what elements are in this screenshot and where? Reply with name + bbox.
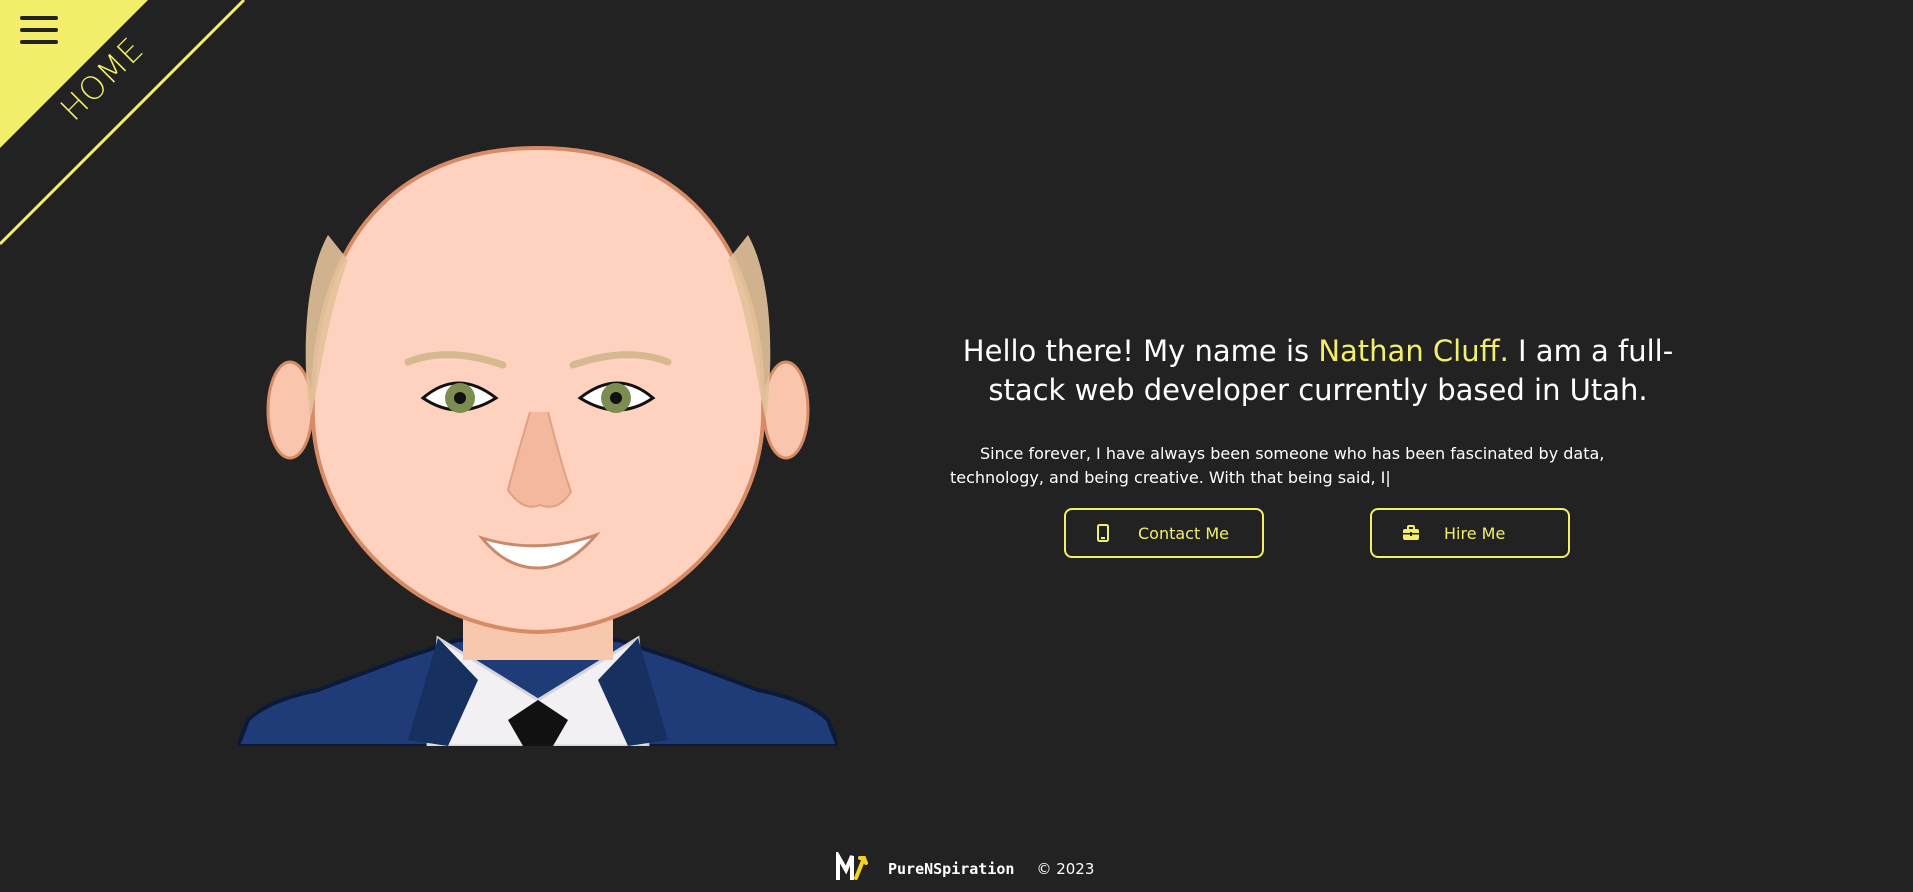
headline-intro: Hello there! My name is bbox=[962, 334, 1319, 368]
hire-me-button[interactable]: Hire Me bbox=[1370, 508, 1570, 558]
contact-me-button[interactable]: Contact Me bbox=[1064, 508, 1264, 558]
briefcase-icon bbox=[1402, 525, 1432, 541]
menu-button[interactable] bbox=[20, 16, 58, 52]
brand-logo-icon[interactable] bbox=[836, 848, 870, 886]
phone-icon bbox=[1096, 524, 1126, 542]
hero-section: Hello there! My name is Nathan Cluff. I … bbox=[950, 332, 1686, 490]
brand-name[interactable]: PureNSpiration bbox=[888, 860, 1014, 878]
developer-name: Nathan Cluff. bbox=[1318, 334, 1509, 368]
hero-headline: Hello there! My name is Nathan Cluff. I … bbox=[950, 332, 1686, 410]
copyright-text: © 2023 bbox=[1036, 860, 1095, 878]
footer: PureNSpiration © 2023 bbox=[836, 848, 1095, 886]
hire-me-label: Hire Me bbox=[1444, 523, 1506, 543]
intro-paragraph: Since forever, I have always been someon… bbox=[950, 444, 1605, 487]
avatar-illustration bbox=[238, 145, 838, 746]
hero-actions: Contact Me Hire Me bbox=[1064, 508, 1570, 558]
contact-me-label: Contact Me bbox=[1138, 523, 1229, 543]
hamburger-menu-icon bbox=[20, 16, 58, 44]
